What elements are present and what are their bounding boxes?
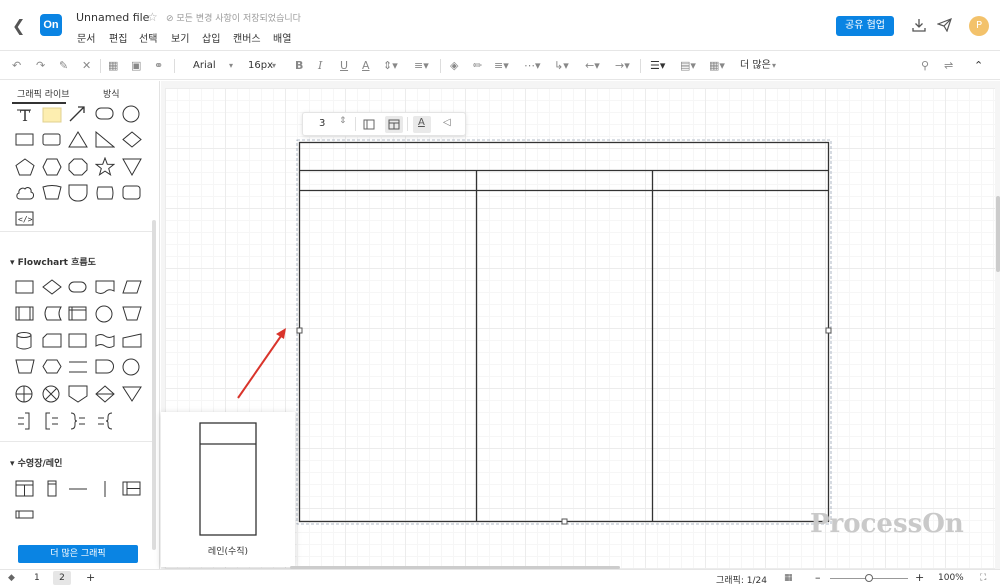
lane-float-toolbar: 3 ⇕ A ◁ [302, 112, 466, 136]
watermark: ProcessOn [810, 509, 964, 539]
swimlane-pool[interactable] [298, 141, 830, 523]
resize-handle-left[interactable] [296, 327, 303, 334]
vertical-lane-preview [199, 422, 257, 536]
annotation-arrow [237, 335, 282, 399]
stepper-icon[interactable]: ⇕ [339, 116, 347, 126]
preview-label: 레인(수직) [207, 547, 249, 557]
resize-handle-bottom[interactable] [561, 518, 568, 525]
page-tab-2[interactable]: 2 [53, 571, 71, 585]
fullscreen-icon[interactable]: ⛶ [980, 573, 986, 583]
canvas-vertical-scrollbar[interactable] [996, 196, 1000, 272]
toolbar-divider [355, 117, 356, 131]
diagram-layer [237, 139, 832, 525]
add-lane-icon[interactable] [363, 119, 375, 130]
page-tab-1[interactable]: 1 [34, 573, 40, 583]
map-icon[interactable]: ▦ [784, 573, 793, 583]
zoom-slider-thumb[interactable] [865, 574, 873, 582]
resize-handle-right[interactable] [825, 327, 832, 334]
zoom-out-icon[interactable]: – [815, 571, 821, 584]
zoom-in-icon[interactable]: + [915, 571, 924, 584]
lane-layout-icon[interactable] [388, 119, 400, 130]
shape-preview-popup: 레인(수직) [161, 412, 295, 567]
status-bar: ◆ 1 2 + 그래픽: 1/24 ▦ – + 100% ⛶ [0, 569, 1000, 586]
zoom-level[interactable]: 100% [938, 573, 964, 583]
toolbar-divider [407, 117, 408, 131]
add-page-icon[interactable]: + [86, 571, 95, 584]
layers-icon[interactable]: ◆ [8, 573, 15, 583]
lane-count-value[interactable]: 3 [319, 118, 325, 129]
shape-count: 그래픽: 1/24 [716, 576, 767, 586]
direction-icon[interactable]: ◁ [443, 117, 451, 128]
text-color-icon[interactable]: A [418, 117, 425, 128]
selection-outline [296, 139, 832, 525]
